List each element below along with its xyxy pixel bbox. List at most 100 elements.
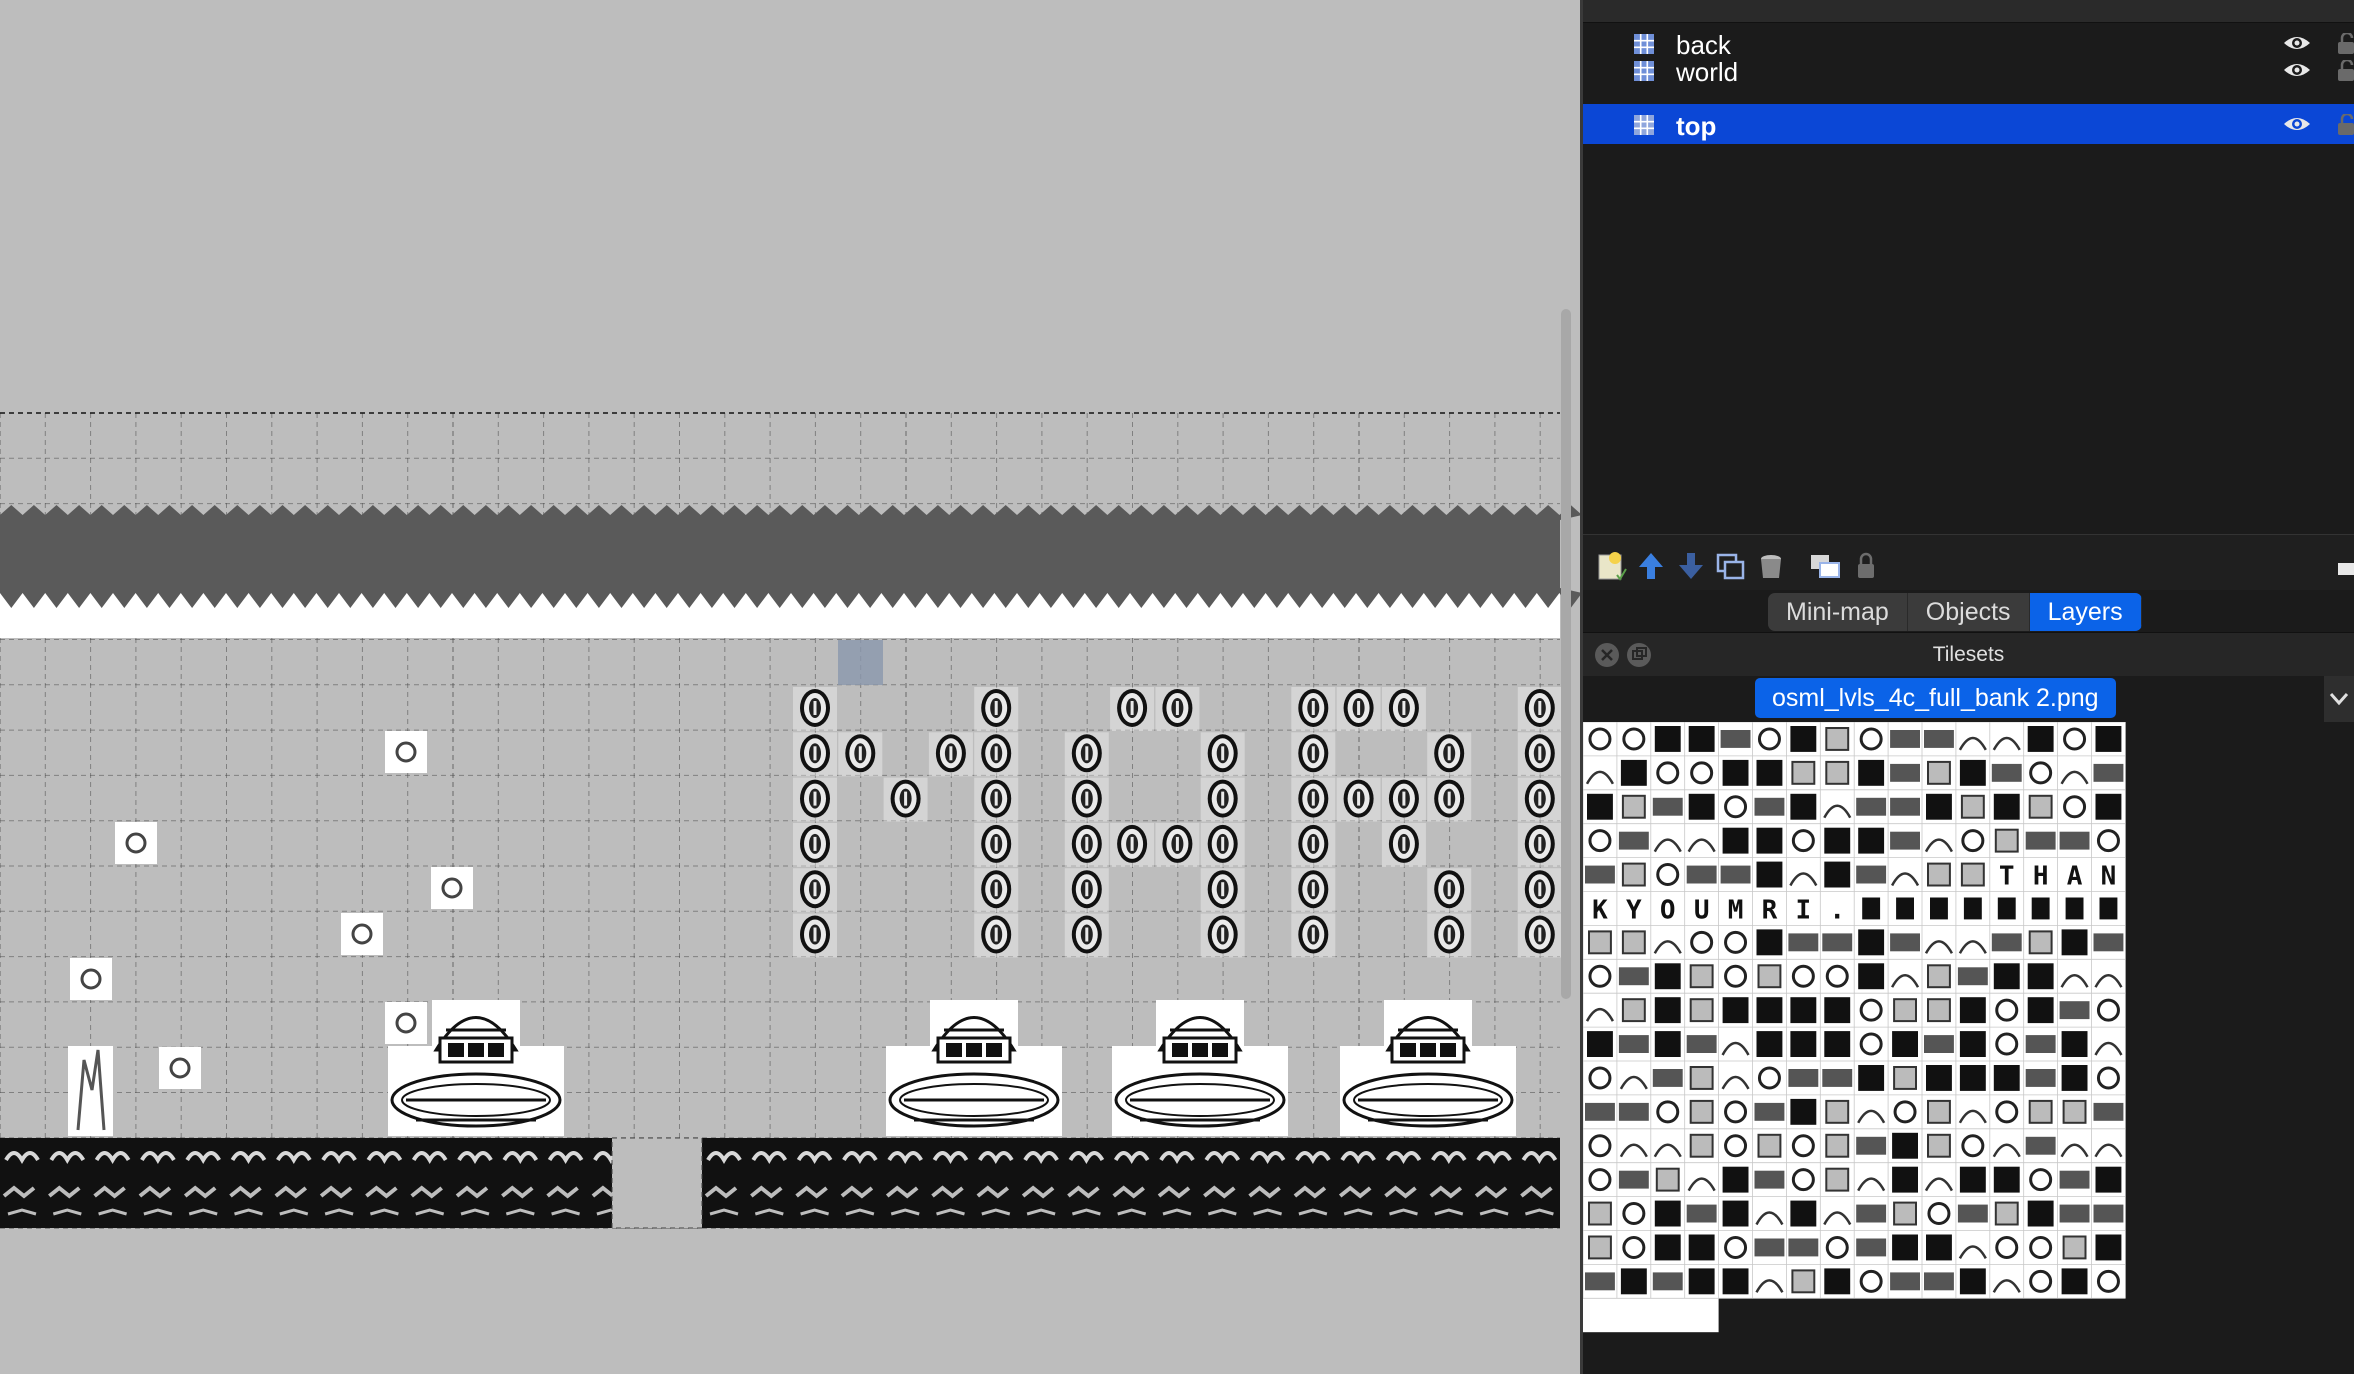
lock-icon[interactable]: [2332, 60, 2354, 82]
layer-name: top: [1676, 111, 1717, 141]
tileset-image[interactable]: T H A N K Y O U M R I.: [1583, 722, 2354, 1374]
tileset-background: [1583, 1298, 1719, 1333]
dock-tabbar: Mini-map Objects Layers: [1583, 590, 2354, 632]
coin: [1064, 822, 1109, 867]
map-canvas[interactable]: [0, 0, 1580, 1374]
ufo-enemy: [1112, 1000, 1288, 1136]
ground-blocks: [702, 1138, 1560, 1228]
ring-tile: [385, 1002, 427, 1044]
coin: [1064, 777, 1109, 822]
lock-layer-icon[interactable]: [1849, 549, 1883, 583]
ring-tile: [159, 1047, 201, 1089]
right-panel: back world top Mini-map Objects Layers T…: [1583, 0, 2354, 1374]
coin: [1427, 913, 1472, 958]
duplicate-layer-icon[interactable]: [1714, 549, 1748, 583]
coin: [1291, 687, 1336, 731]
raise-layer-icon[interactable]: [1634, 549, 1668, 583]
coin: [1381, 777, 1426, 822]
delete-layer-icon[interactable]: [1754, 549, 1788, 583]
layer-toolbar: [1583, 534, 2354, 591]
layer-row-world[interactable]: world: [1583, 50, 2354, 90]
chevron-down-icon[interactable]: [2324, 676, 2354, 722]
tileset-tabbar: osml_lvls_4c_full_bank 2.png: [1583, 676, 2354, 723]
visibility-eye-icon[interactable]: [2282, 60, 2312, 80]
coin: [1291, 732, 1336, 777]
tileset-letter: U: [1694, 895, 1710, 925]
ground-gap: [611, 1137, 703, 1229]
visibility-eye-icon[interactable]: [2282, 114, 2312, 134]
tilesets-header: Tilesets: [1583, 632, 2354, 678]
coin: [793, 687, 837, 731]
coin: [974, 822, 1019, 867]
tileset-letter: K: [1592, 895, 1608, 925]
coin: [793, 868, 837, 913]
coin: [1517, 777, 1562, 822]
coin: [1064, 913, 1109, 958]
tilesets-title: Tilesets: [1932, 643, 2005, 666]
vertical-scrollbar[interactable]: [1561, 309, 1571, 999]
ring-tile: [70, 958, 112, 1000]
coin: [1110, 687, 1155, 731]
tileset-tab[interactable]: osml_lvls_4c_full_bank 2.png: [1755, 678, 2116, 718]
tileset-letter: R: [1762, 895, 1778, 925]
tileset-letter: O: [1660, 895, 1676, 925]
tileset-letter: I: [1796, 895, 1812, 925]
map-view[interactable]: [0, 0, 1580, 1374]
ufo-enemy: [1340, 1000, 1516, 1136]
tab-objects[interactable]: Objects: [1908, 593, 2030, 631]
plant-tile: [68, 1046, 113, 1136]
coin: [1291, 822, 1336, 867]
coin: [1517, 913, 1562, 958]
coin: [793, 732, 837, 777]
coin: [1381, 687, 1426, 731]
layer-name: world: [1676, 57, 1739, 87]
coin: [1200, 913, 1245, 958]
layer-row-top[interactable]: top: [1583, 104, 2354, 144]
lock-icon[interactable]: [2332, 114, 2354, 136]
coin: [1064, 732, 1109, 777]
coin: [793, 822, 837, 867]
coin: [838, 732, 883, 777]
tileset-view[interactable]: THAN KYOUMRI.: [1583, 722, 2354, 1374]
coin: [1517, 868, 1562, 913]
coin: [1200, 732, 1245, 777]
tab-mini-map[interactable]: Mini-map: [1768, 593, 1908, 631]
ring-tile: [431, 867, 473, 909]
tile-layer-icon: [1634, 115, 1654, 135]
tab-layers[interactable]: Layers: [2029, 593, 2142, 631]
coin: [1427, 777, 1472, 822]
tab-group: Mini-map Objects Layers: [1768, 593, 2142, 631]
coin: [1291, 913, 1336, 958]
coin: [974, 913, 1019, 958]
coin: [974, 732, 1019, 777]
tileset-letter: H: [2033, 862, 2049, 892]
coin: [1517, 822, 1562, 867]
coin: [1427, 868, 1472, 913]
panel-options-icon[interactable]: [2328, 549, 2354, 583]
coin: [1517, 732, 1562, 777]
tileset-letter: A: [2067, 862, 2083, 892]
ufo-enemy: [886, 1000, 1062, 1136]
coin: [1336, 777, 1381, 822]
ground-blocks: [0, 1138, 629, 1228]
coin: [793, 777, 837, 822]
coin: [1291, 868, 1336, 913]
tileset-letter: M: [1728, 895, 1744, 925]
coin: [1200, 777, 1245, 822]
ring-tile: [115, 822, 157, 864]
toggle-other-layers-icon[interactable]: [1808, 549, 1842, 583]
tileset-letter: T: [1999, 862, 2015, 892]
tileset-letter: Y: [1626, 895, 1642, 925]
tile-layer-icon: [1634, 61, 1654, 81]
coin: [1381, 822, 1426, 867]
coin: [1064, 868, 1109, 913]
hover-tile-highlight: [838, 640, 883, 685]
ring-tile: [385, 731, 427, 773]
coin: [1517, 687, 1562, 731]
coin: [793, 913, 837, 958]
lower-layer-icon[interactable]: [1674, 549, 1708, 583]
ring-tile: [341, 913, 383, 955]
new-layer-icon[interactable]: [1595, 549, 1629, 583]
tileset-letter: .: [1829, 895, 1845, 925]
tileset-letter: N: [2101, 862, 2117, 892]
